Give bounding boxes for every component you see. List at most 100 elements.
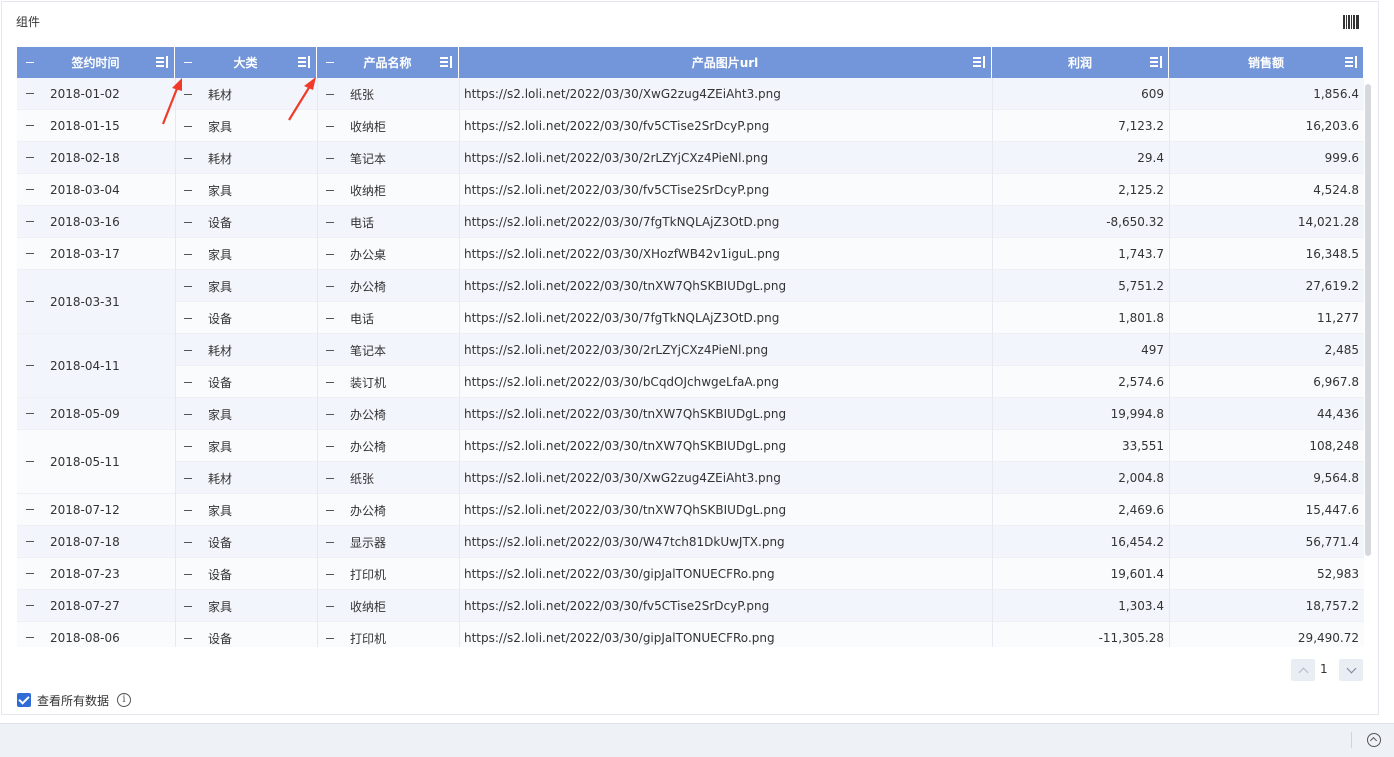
collapse-minus-icon[interactable]	[184, 477, 192, 479]
collapse-minus-icon[interactable]	[326, 509, 334, 511]
collapse-minus-icon[interactable]	[26, 541, 34, 542]
vertical-scrollbar[interactable]	[1365, 84, 1371, 556]
cell-text: 纸张	[350, 87, 375, 102]
cell-text: https://s2.loli.net/2022/03/30/XwG2zug4Z…	[464, 87, 781, 101]
collapse-minus-icon[interactable]	[26, 125, 34, 126]
table-row[interactable]: 家具 收纳柜 https://s2.loli.net/2022/03/30/fv5C…	[17, 110, 1364, 142]
cell-category: 耗材	[175, 462, 317, 494]
sort-both-icon[interactable]	[1345, 56, 1359, 68]
table-row[interactable]: 设备 显示器 https://s2.loli.net/2022/03/30/W47t…	[17, 526, 1364, 558]
collapse-minus-icon[interactable]	[326, 445, 334, 447]
table-row[interactable]: 耗材 纸张 https://s2.loli.net/2022/03/30/XwG2z…	[17, 462, 1364, 494]
table-row[interactable]: 耗材 纸张 https://s2.loli.net/2022/03/30/XwG2z…	[17, 78, 1364, 110]
collapse-minus-icon[interactable]	[26, 573, 34, 574]
column-header-2[interactable]: 产品名称	[317, 47, 459, 78]
collapse-minus-icon[interactable]	[26, 509, 34, 510]
show-all-checkbox[interactable]	[17, 693, 31, 707]
prev-page-button[interactable]	[1291, 659, 1315, 681]
sort-asc-icon[interactable]	[298, 56, 312, 68]
table-row[interactable]: 家具 收纳柜 https://s2.loli.net/2022/03/30/fv5C…	[17, 590, 1364, 622]
table-row[interactable]: 家具 收纳柜 https://s2.loli.net/2022/03/30/fv5C…	[17, 174, 1364, 206]
collapse-minus-icon[interactable]	[26, 253, 34, 254]
table-row[interactable]: 家具 办公椅 https://s2.loli.net/2022/03/30/tnXW…	[17, 270, 1364, 302]
collapse-minus-icon[interactable]	[326, 413, 334, 415]
collapse-minus-icon[interactable]	[326, 125, 334, 127]
collapse-minus-icon[interactable]	[326, 221, 334, 223]
collapse-minus-icon[interactable]	[184, 189, 192, 191]
cell-text: 14,021.28	[1297, 215, 1359, 229]
collapse-minus-icon[interactable]	[184, 285, 192, 287]
table-row[interactable]: 设备 电话 https://s2.loli.net/2022/03/30/7fgTk…	[17, 302, 1364, 334]
collapse-minus-icon[interactable]	[326, 605, 334, 607]
collapse-minus-icon[interactable]	[26, 157, 34, 158]
collapse-minus-icon[interactable]	[184, 221, 192, 223]
collapse-minus-icon[interactable]	[326, 93, 334, 95]
collapse-minus-icon[interactable]	[26, 461, 34, 462]
collapse-minus-icon[interactable]	[326, 477, 334, 479]
column-header-0[interactable]: 签约时间	[17, 47, 175, 78]
collapse-minus-icon[interactable]	[184, 605, 192, 607]
collapse-minus-icon[interactable]	[326, 157, 334, 159]
collapse-minus-icon[interactable]	[26, 189, 34, 190]
table-row[interactable]: 设备 电话 https://s2.loli.net/2022/03/30/7fgTk…	[17, 206, 1364, 238]
next-page-button[interactable]	[1339, 659, 1363, 681]
table-row[interactable]: 家具 办公椅 https://s2.loli.net/2022/03/30/tnXW…	[17, 398, 1364, 430]
collapse-minus-icon[interactable]	[26, 365, 34, 366]
column-header-1[interactable]: 大类	[175, 47, 317, 78]
collapse-minus-icon[interactable]	[26, 221, 34, 222]
collapse-minus-icon[interactable]	[184, 253, 192, 255]
info-icon[interactable]: i	[117, 693, 131, 707]
cell-category: 家具	[175, 174, 317, 206]
column-header-5[interactable]: 销售额	[1169, 47, 1364, 78]
collapse-minus-icon[interactable]	[184, 413, 192, 415]
collapse-minus-icon[interactable]	[326, 189, 334, 191]
chevron-up-icon	[1298, 667, 1308, 677]
collapse-up-icon[interactable]	[1367, 733, 1381, 747]
sort-asc-icon[interactable]	[440, 56, 454, 68]
collapse-minus-icon[interactable]	[184, 445, 192, 447]
collapse-minus-icon[interactable]	[326, 349, 334, 351]
collapse-minus-icon[interactable]	[26, 637, 34, 638]
table-row[interactable]: 设备 打印机 https://s2.loli.net/2022/03/30/gipJ…	[17, 622, 1364, 647]
collapse-minus-icon[interactable]	[26, 413, 34, 414]
table-row[interactable]: 设备 打印机 https://s2.loli.net/2022/03/30/gipJ…	[17, 558, 1364, 590]
sort-asc-icon[interactable]	[973, 56, 987, 68]
table-row[interactable]: 耗材 笔记本 https://s2.loli.net/2022/03/30/2rLZ…	[17, 142, 1364, 174]
collapse-minus-icon[interactable]	[184, 509, 192, 511]
collapse-minus-icon[interactable]	[184, 541, 192, 543]
collapse-minus-icon[interactable]	[184, 381, 192, 383]
show-all-label[interactable]: 查看所有数据	[37, 692, 109, 709]
collapse-minus-icon[interactable]	[184, 349, 192, 351]
column-header-4[interactable]: 利润	[992, 47, 1169, 78]
table-row[interactable]: 设备 装订机 https://s2.loli.net/2022/03/30/bCqd…	[17, 366, 1364, 398]
cell-date: 2018-01-02	[17, 78, 175, 109]
sort-asc-icon[interactable]	[156, 56, 170, 68]
barcode-icon[interactable]	[1343, 15, 1359, 29]
cell-product: 办公椅	[317, 270, 459, 302]
collapse-minus-icon[interactable]	[326, 573, 334, 575]
collapse-minus-icon[interactable]	[326, 285, 334, 287]
collapse-minus-icon[interactable]	[184, 157, 192, 159]
collapse-minus-icon[interactable]	[26, 62, 34, 63]
collapse-minus-icon[interactable]	[326, 253, 334, 255]
collapse-minus-icon[interactable]	[184, 62, 192, 63]
collapse-minus-icon[interactable]	[326, 381, 334, 383]
collapse-minus-icon[interactable]	[26, 301, 34, 302]
sort-both-icon[interactable]	[1150, 56, 1164, 68]
collapse-minus-icon[interactable]	[184, 317, 192, 319]
table-row[interactable]: 家具 办公桌 https://s2.loli.net/2022/03/30/XHoz…	[17, 238, 1364, 270]
collapse-minus-icon[interactable]	[326, 637, 334, 639]
collapse-minus-icon[interactable]	[326, 62, 334, 63]
column-header-3[interactable]: 产品图片url	[459, 47, 992, 78]
collapse-minus-icon[interactable]	[184, 573, 192, 575]
table-row[interactable]: 耗材 笔记本 https://s2.loli.net/2022/03/30/2rLZ…	[17, 334, 1364, 366]
collapse-minus-icon[interactable]	[326, 541, 334, 543]
collapse-minus-icon[interactable]	[26, 605, 34, 606]
collapse-minus-icon[interactable]	[326, 317, 334, 319]
table-row[interactable]: 家具 办公椅 https://s2.loli.net/2022/03/30/tnXW…	[17, 494, 1364, 526]
cell-category: 家具	[175, 270, 317, 302]
cell-text: 1,856.4	[1313, 87, 1359, 101]
table-row[interactable]: 家具 办公椅 https://s2.loli.net/2022/03/30/tnXW…	[17, 430, 1364, 462]
collapse-minus-icon[interactable]	[184, 637, 192, 639]
collapse-minus-icon[interactable]	[26, 93, 34, 94]
